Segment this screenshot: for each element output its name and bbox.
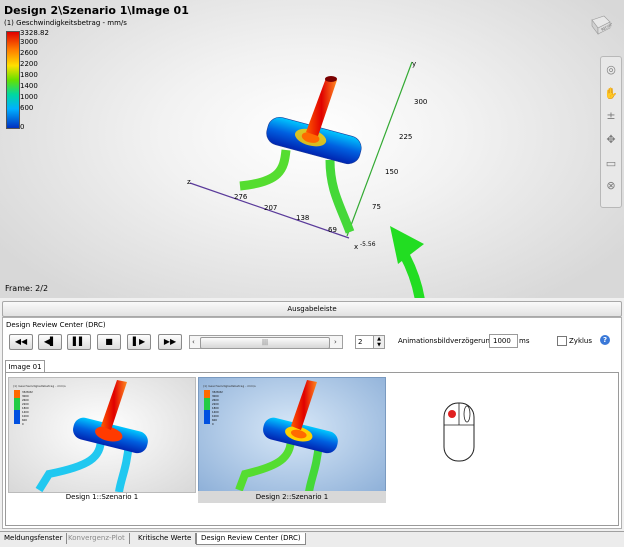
legend-tick-min: 0 [20, 123, 25, 131]
output-bar-header[interactable]: Ausgabeleiste [2, 301, 622, 317]
thumb-tick: 2200 [212, 402, 219, 406]
right-leg [325, 159, 355, 234]
delay-unit: ms [519, 337, 530, 345]
annotation-arrow [390, 226, 425, 298]
z-axis-label: z [187, 178, 191, 186]
thumb-tick: 1800 [22, 406, 29, 410]
tab-meldungsfenster[interactable]: Meldungsfenster [0, 533, 68, 544]
thumb-tick: 600 [22, 418, 27, 422]
thumb-tick: 1400 [212, 410, 219, 414]
steering-wheel-icon[interactable]: ◎ [604, 63, 618, 77]
rewind-button[interactable]: ◀◀ [9, 334, 33, 350]
orbit-icon[interactable]: ✥ [604, 133, 618, 147]
animation-delay-label: Animationsbildverzögerung: [398, 337, 497, 345]
y-tick-300: 300 [414, 98, 427, 106]
thumb-tick: 1400 [22, 410, 29, 414]
legend-tick: 2600 [20, 49, 38, 57]
z-tick-138: 138 [296, 214, 309, 222]
y-axis-label: y [412, 60, 416, 68]
thumb-tick: 3000 [212, 394, 219, 398]
x-axis-label: x [354, 243, 358, 251]
tab-kritische-werte[interactable]: Kritische Werte [134, 533, 197, 544]
z-tick-207: 207 [264, 204, 277, 212]
z-tick-69: 69 [328, 226, 337, 234]
loop-checkbox[interactable] [557, 336, 567, 346]
y-tick-150: 150 [385, 168, 398, 176]
bottom-tab-strip: Meldungsfenster Konvergenz-Plot Kritisch… [0, 531, 624, 547]
fast-forward-button[interactable]: ▶▶ [158, 334, 182, 350]
thumb-subtitle: (1) Geschwindigkeitsbetrag - mm/s [203, 384, 256, 388]
drc-label: Design Review Center (DRC) [6, 321, 106, 329]
delay-input[interactable]: 1000 [489, 334, 518, 348]
thumbnail-caption: Design 2::Szenario 1 [198, 491, 386, 503]
thumb-subtitle: (1) Geschwindigkeitsbetrag - mm/s [13, 384, 66, 388]
zoom-icon[interactable]: ± [604, 109, 618, 123]
thumb-tick: 0 [212, 422, 214, 426]
y-tick-225: 225 [399, 133, 412, 141]
frame-indicator: Frame: 2/2 [5, 284, 49, 293]
thumb-tick: 1000 [212, 414, 219, 418]
thumb-tick: 2600 [22, 398, 29, 402]
frame-slider[interactable]: ‹ ||| › [189, 335, 343, 349]
loop-label: Zyklus [569, 337, 593, 345]
close-nav-icon[interactable]: ⊗ [604, 179, 618, 193]
inlet-pipe [306, 78, 337, 136]
help-icon[interactable]: ? [600, 335, 610, 345]
thumb-tick: 1000 [22, 414, 29, 418]
legend-tick: 3000 [20, 38, 38, 46]
image-gallery: (1) Geschwindigkeitsbetrag - mm/s 3328.8… [5, 372, 619, 526]
step-forward-button[interactable]: ▌▶ [127, 334, 151, 350]
viewcube[interactable]: RECHTS [588, 12, 612, 36]
thumb-tick: 3000 [22, 394, 29, 398]
inlet-opening [325, 76, 337, 82]
step-back-button[interactable]: ◀▌ [38, 334, 62, 350]
model-scene: y 300 225 150 75 z 276 207 138 69 x -5.5… [187, 60, 427, 251]
stop-button[interactable]: ■ [97, 334, 121, 350]
slider-thumb[interactable]: ||| [200, 337, 330, 349]
color-legend [6, 31, 20, 129]
legend-tick: 1000 [20, 93, 38, 101]
thumb-tick: 2600 [212, 398, 219, 402]
look-at-icon[interactable]: ▭ [604, 157, 618, 171]
thumbnail-caption: Design 1::Szenario 1 [65, 493, 139, 501]
legend-tick: 2200 [20, 60, 38, 68]
frame-spinner[interactable]: ▲ ▼ [373, 335, 385, 349]
legend-tick-max: 3328.82 [20, 29, 49, 37]
thumb-tick: 0 [22, 422, 24, 426]
tab-design-review-center[interactable]: Design Review Center (DRC) [196, 533, 306, 545]
slider-right-arrow-icon[interactable]: › [334, 336, 337, 348]
legend-tick: 600 [20, 104, 34, 112]
thumbnail-design-1[interactable]: (1) Geschwindigkeitsbetrag - mm/s 3328.8… [8, 377, 196, 493]
thumb-tick: 3328.82 [212, 390, 223, 394]
result-subtitle: (1) Geschwindigkeitsbetrag - mm/s [4, 19, 127, 27]
view-title: Design 2\Szenario 1\Image 01 [4, 4, 189, 17]
slider-left-arrow-icon[interactable]: ‹ [192, 336, 195, 348]
tab-konvergenz-plot[interactable]: Konvergenz-Plot [64, 533, 130, 544]
thumb-tick: 2200 [22, 402, 29, 406]
navigation-bar: ◎ ✋ ± ✥ ▭ ⊗ [600, 56, 622, 208]
playback-toolbar: ◀◀ ◀▌ ▌▌ ■ ▌▶ ▶▶ ‹ ||| › 2 ▲ ▼ Animations… [3, 332, 621, 354]
z-tick-276: 276 [234, 193, 248, 201]
y-tick-75: 75 [372, 203, 381, 211]
pan-hand-icon[interactable]: ✋ [604, 87, 618, 101]
drc-panel: Design Review Center (DRC) ◀◀ ◀▌ ▌▌ ■ ▌▶… [2, 317, 622, 529]
frame-number-input[interactable]: 2 [355, 335, 375, 349]
thumb-tick: 1800 [212, 406, 219, 410]
thumbnail-design-2[interactable]: (1) Geschwindigkeitsbetrag - mm/s 3328.8… [198, 377, 386, 493]
thumb-tick: 3328.82 [22, 390, 33, 394]
legend-tick: 1800 [20, 71, 38, 79]
left-leg [239, 149, 291, 191]
pause-button[interactable]: ▌▌ [67, 334, 91, 350]
legend-tick: 1400 [20, 82, 38, 90]
origin-label: -5.56 [360, 241, 376, 248]
thumb-tick: 600 [212, 418, 217, 422]
mouse-icon [443, 402, 475, 462]
3d-viewport[interactable]: y 300 225 150 75 z 276 207 138 69 x -5.5… [0, 0, 624, 298]
